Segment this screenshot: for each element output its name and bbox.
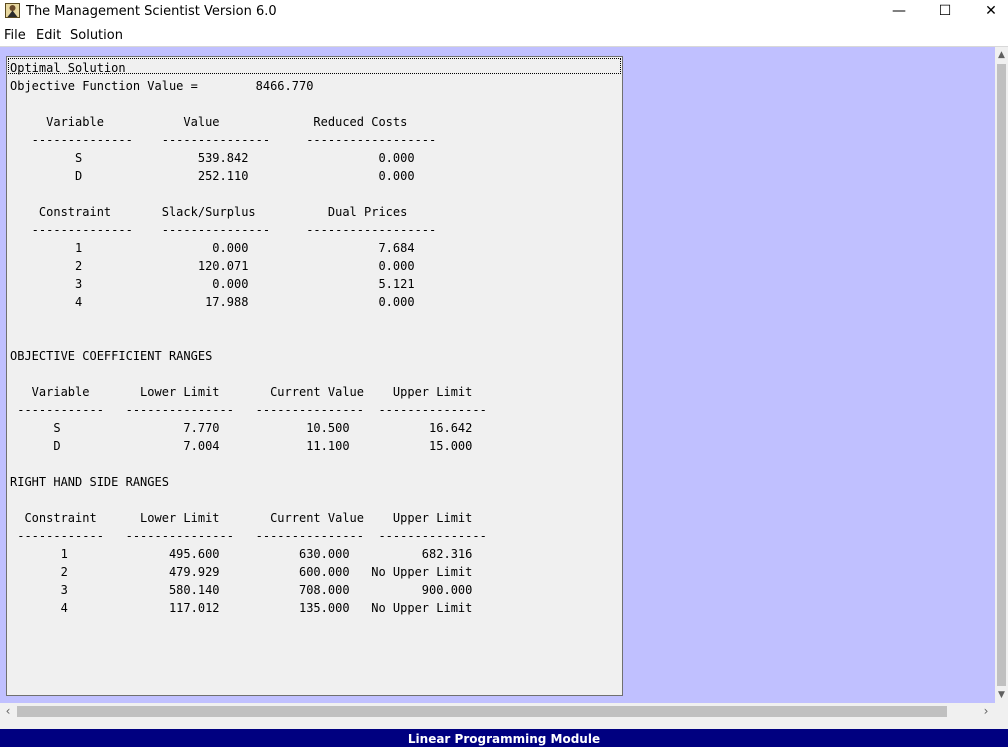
output-line: OBJECTIVE COEFFICIENT RANGES bbox=[10, 349, 213, 363]
menu-edit[interactable]: Edit bbox=[36, 28, 61, 43]
output-line: Optimal Solution bbox=[10, 61, 126, 75]
status-spacer bbox=[0, 720, 1008, 729]
output-line: 1 495.600 630.000 682.316 bbox=[10, 547, 473, 561]
horizontal-scrollbar[interactable]: ‹ › bbox=[0, 703, 995, 720]
horizontal-scroll-thumb[interactable] bbox=[17, 706, 947, 717]
output-line: D 7.004 11.100 15.000 bbox=[10, 439, 473, 453]
output-line: 1 0.000 7.684 bbox=[10, 241, 415, 255]
scroll-down-icon[interactable]: ▼ bbox=[995, 687, 1008, 703]
output-line: 4 17.988 0.000 bbox=[10, 295, 415, 309]
vertical-scrollbar[interactable]: ▲ ▼ bbox=[995, 47, 1008, 703]
output-line: ------------ --------------- -----------… bbox=[10, 529, 487, 543]
output-line: 2 120.071 0.000 bbox=[10, 259, 415, 273]
status-bar: Linear Programming Module bbox=[0, 729, 1008, 747]
output-line: -------------- --------------- ---------… bbox=[10, 223, 437, 237]
mdi-client-area: Optimal Solution Objective Function Value… bbox=[0, 47, 995, 703]
output-line: ------------ --------------- -----------… bbox=[10, 403, 487, 417]
solution-output-panel[interactable]: Optimal Solution Objective Function Value… bbox=[6, 56, 623, 696]
output-line: S 7.770 10.500 16.642 bbox=[10, 421, 473, 435]
output-line: S 539.842 0.000 bbox=[10, 151, 415, 165]
output-line: Constraint Lower Limit Current Value Upp… bbox=[10, 511, 473, 525]
output-line: -------------- --------------- ---------… bbox=[10, 133, 437, 147]
close-icon: ✕ bbox=[985, 3, 997, 19]
scroll-up-icon[interactable]: ▲ bbox=[995, 47, 1008, 63]
output-line: Variable Lower Limit Current Value Upper… bbox=[10, 385, 473, 399]
maximize-icon: ☐ bbox=[938, 3, 952, 19]
output-line: Variable Value Reduced Costs bbox=[10, 115, 408, 129]
solution-output-text: Optimal Solution Objective Function Value… bbox=[10, 59, 487, 617]
output-line: 2 479.929 600.000 No Upper Limit bbox=[10, 565, 473, 579]
close-button[interactable]: ✕ bbox=[968, 0, 1008, 24]
title-bar: The Management Scientist Version 6.0 — ☐… bbox=[0, 0, 1008, 24]
output-line: Objective Function Value = 8466.770 bbox=[10, 79, 314, 93]
scroll-right-icon[interactable]: › bbox=[978, 703, 994, 720]
output-line: 4 117.012 135.000 No Upper Limit bbox=[10, 601, 473, 615]
output-line: D 252.110 0.000 bbox=[10, 169, 415, 183]
scrollbar-corner bbox=[995, 703, 1008, 720]
output-line: Constraint Slack/Surplus Dual Prices bbox=[10, 205, 408, 219]
vertical-scroll-thumb[interactable] bbox=[997, 64, 1006, 686]
window-title: The Management Scientist Version 6.0 bbox=[26, 4, 277, 19]
minimize-button[interactable]: — bbox=[876, 0, 922, 24]
scroll-left-icon[interactable]: ‹ bbox=[0, 703, 16, 720]
management-scientist-app-icon bbox=[5, 3, 20, 18]
status-text: Linear Programming Module bbox=[407, 732, 601, 746]
menu-bar: File Edit Solution bbox=[0, 24, 1008, 46]
output-line: 3 580.140 708.000 900.000 bbox=[10, 583, 473, 597]
minimize-icon: — bbox=[892, 3, 906, 19]
output-line: RIGHT HAND SIDE RANGES bbox=[10, 475, 169, 489]
menu-solution[interactable]: Solution bbox=[70, 28, 123, 43]
maximize-button[interactable]: ☐ bbox=[922, 0, 968, 24]
output-line: 3 0.000 5.121 bbox=[10, 277, 415, 291]
menu-file[interactable]: File bbox=[4, 28, 26, 43]
